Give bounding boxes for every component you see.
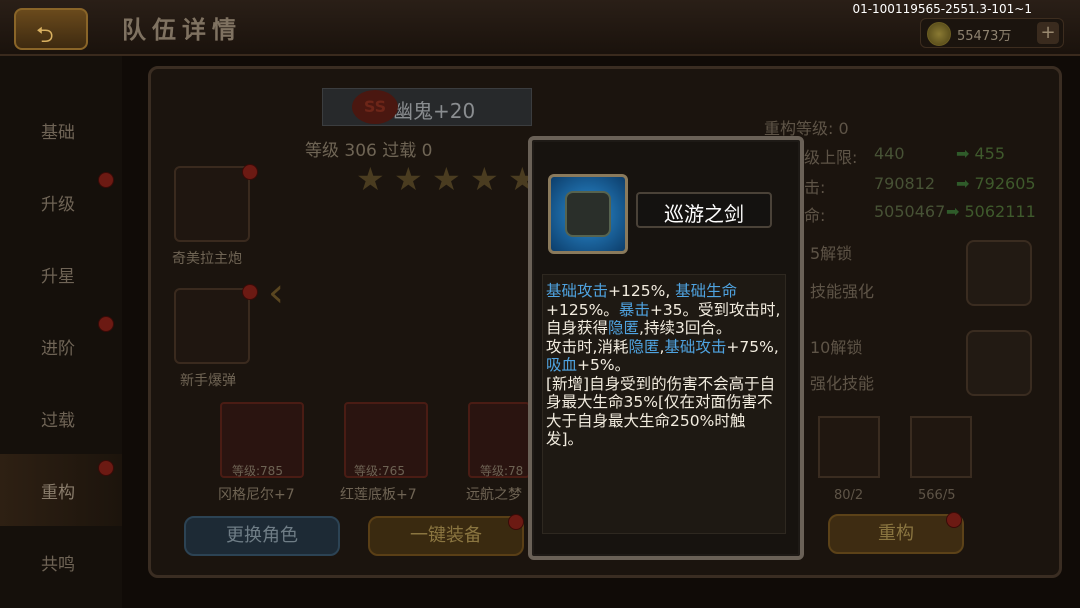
tooltip-text: +125%。 bbox=[546, 300, 619, 319]
tooltip-keyword: 基础攻击 bbox=[546, 282, 609, 300]
tooltip-keyword: 基础攻击 bbox=[664, 337, 727, 356]
tooltip-text: ,持续3回合。 bbox=[639, 319, 732, 337]
coin-value: 55473万 bbox=[957, 29, 1012, 44]
back-arrow-icon: ⮌ bbox=[36, 23, 54, 48]
tooltip-paragraph: [新增]自身受到的伤害不会高于自身最大生命35%[仅在对面伤害不大于自身最大生命… bbox=[546, 375, 782, 449]
sidebar-item-rebuild[interactable]: 重构 bbox=[0, 454, 122, 526]
sidebar-item-label: 共鸣 bbox=[41, 555, 75, 575]
arrow-right-icon: ➡ bbox=[956, 174, 970, 193]
stat-new-number: 5062111 bbox=[964, 202, 1036, 221]
tooltip-text: +125%, bbox=[608, 282, 676, 300]
unlock-text: 5解锁 bbox=[810, 244, 853, 263]
sidebar-item-label: 进阶 bbox=[41, 339, 75, 359]
stat-new-value: ➡ 455 bbox=[956, 144, 1005, 163]
stat-new-value: ➡ 792605 bbox=[956, 174, 1036, 193]
tooltip-description: 基础攻击+125%, 基础生命+125%。暴击+35。受到攻击时,自身获得隐匿,… bbox=[546, 282, 782, 449]
sidebar-item-overload[interactable]: 过载 bbox=[0, 382, 122, 454]
tooltip-title: 巡游之剑 bbox=[664, 202, 744, 226]
star-icon: ★ bbox=[432, 160, 461, 198]
stat-value: 440 bbox=[874, 144, 905, 163]
rank-badge: SS bbox=[352, 90, 398, 124]
team-card-level: 等级:78 bbox=[480, 464, 524, 478]
team-card-level: 等级:765 bbox=[354, 464, 405, 478]
arrow-right-icon: ➡ bbox=[946, 202, 960, 221]
material-slot[interactable] bbox=[910, 416, 972, 478]
gauntlet-icon bbox=[548, 174, 628, 254]
team-card-level: 等级:785 bbox=[232, 464, 283, 478]
back-button[interactable]: ⮌ bbox=[14, 8, 88, 50]
sidebar-item-advance[interactable]: 进阶 bbox=[0, 310, 122, 382]
gauntlet-graphic bbox=[565, 191, 611, 237]
add-coins-button[interactable]: + bbox=[1037, 22, 1059, 44]
team-card-name: 红莲底板+7 bbox=[340, 487, 417, 503]
tooltip-paragraph: 攻击时,消耗隐匿,基础攻击+75%,吸血+5%。 bbox=[546, 338, 782, 375]
stat-label: 击: bbox=[804, 178, 826, 197]
sidebar: 基础 升级 升星 进阶 过载 重构 共鸣 bbox=[0, 56, 122, 608]
notification-dot bbox=[508, 514, 524, 530]
stat-value: 790812 bbox=[874, 174, 936, 193]
sidebar-item-star-up[interactable]: 升星 bbox=[0, 238, 122, 310]
unlock-text: 技能强化 bbox=[810, 282, 875, 301]
sidebar-item-resonance[interactable]: 共鸣 bbox=[0, 526, 122, 598]
notification-dot bbox=[98, 172, 114, 188]
sidebar-item-label: 过载 bbox=[41, 411, 75, 431]
star-icon: ★ bbox=[470, 160, 499, 198]
sidebar-item-label: 基础 bbox=[41, 123, 75, 143]
star-icon: ★ bbox=[394, 160, 423, 198]
chevron-left-icon[interactable]: ‹ bbox=[268, 270, 296, 330]
tooltip-title-bar: 巡游之剑 bbox=[636, 192, 772, 228]
material-slot[interactable] bbox=[818, 416, 880, 478]
stat-new-value: ➡ 5062111 bbox=[946, 202, 1036, 221]
skill-slot[interactable] bbox=[966, 240, 1032, 306]
tooltip-text: +5%。 bbox=[577, 356, 631, 374]
tooltip-keyword: 基础生命 bbox=[675, 282, 738, 300]
coin-icon bbox=[927, 22, 951, 46]
skill-slot[interactable] bbox=[966, 330, 1032, 396]
build-id-text: 01-100119565-2551.3-101~1 bbox=[852, 2, 1032, 16]
rebuild-button[interactable]: 重构 bbox=[828, 514, 964, 554]
star-icon: ★ bbox=[356, 160, 385, 198]
material-count: 80/2 bbox=[834, 488, 864, 503]
tooltip-keyword: 隐匿 bbox=[628, 337, 660, 356]
auto-equip-button[interactable]: 一键装备 bbox=[368, 516, 524, 556]
swap-hero-button[interactable]: 更换角色 bbox=[184, 516, 340, 556]
sidebar-item-upgrade[interactable]: 升级 bbox=[0, 166, 122, 238]
sidebar-item-basic[interactable]: 基础 bbox=[0, 94, 122, 166]
tooltip-keyword: 暴击 bbox=[618, 300, 650, 319]
tooltip-text: 攻击时,消耗 bbox=[546, 337, 629, 356]
tooltip-keyword: 吸血 bbox=[546, 356, 578, 374]
notification-dot bbox=[946, 512, 962, 528]
stat-label: 级上限: bbox=[804, 148, 858, 167]
equipment-slot-bomb[interactable] bbox=[174, 288, 250, 364]
tooltip-keyword: 隐匿 bbox=[608, 319, 640, 337]
notification-dot bbox=[98, 316, 114, 332]
notification-dot bbox=[98, 460, 114, 476]
unlock-text: 强化技能 bbox=[810, 374, 875, 393]
team-card-name: 远航之梦 bbox=[466, 487, 522, 503]
hero-name: 幽鬼+20 bbox=[393, 99, 476, 123]
unlock-text: 10解锁 bbox=[810, 338, 863, 357]
hero-level-line: 等级 306 过载 0 bbox=[305, 141, 433, 161]
material-count: 566/5 bbox=[918, 488, 956, 503]
equipment-label: 奇美拉主炮 bbox=[172, 251, 242, 267]
tooltip-paragraph: 基础攻击+125%, 基础生命+125%。暴击+35。受到攻击时,自身获得隐匿,… bbox=[546, 282, 782, 338]
team-card-name: 冈格尼尔+7 bbox=[218, 487, 295, 503]
notification-dot bbox=[242, 164, 258, 180]
arrow-right-icon: ➡ bbox=[956, 144, 970, 163]
sidebar-item-label: 升星 bbox=[41, 267, 75, 287]
equipment-slot-main-cannon[interactable] bbox=[174, 166, 250, 242]
stat-new-number: 455 bbox=[974, 144, 1006, 163]
tooltip-text: +75%, bbox=[726, 337, 779, 356]
stat-label: 命: bbox=[804, 206, 826, 225]
equipment-label: 新手爆弹 bbox=[180, 373, 236, 389]
notification-dot bbox=[242, 284, 258, 300]
sidebar-item-label: 重构 bbox=[41, 483, 75, 503]
coin-counter: 55473万 + bbox=[920, 18, 1064, 48]
stat-value: 5050467 bbox=[874, 202, 946, 221]
sidebar-item-label: 升级 bbox=[41, 195, 75, 215]
page-title: 队伍详情 bbox=[122, 16, 242, 44]
tooltip-text: [新增]自身受到的伤害不会高于自身最大生命35%[仅在对面伤害不大于自身最大生命… bbox=[546, 374, 776, 449]
stat-new-number: 792605 bbox=[974, 174, 1036, 193]
